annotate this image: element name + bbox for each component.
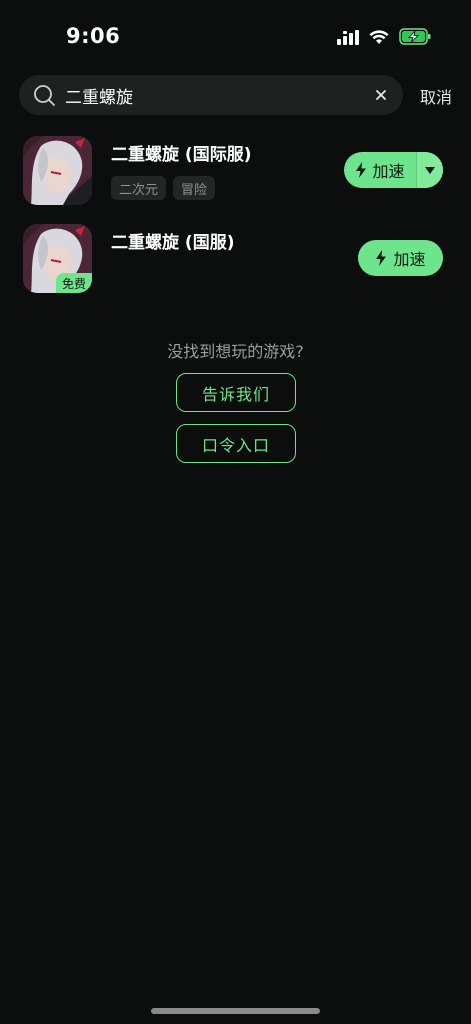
lightning-icon [356,162,367,178]
accelerate-button[interactable]: 加速 [344,152,416,188]
accelerate-split-button: 加速 [344,152,443,188]
search-box[interactable] [19,75,403,115]
close-icon [376,90,386,100]
signal-icon [337,29,359,49]
search-row: 取消 [19,75,459,115]
game-title: 二重螺旋 (国际服) [111,145,252,165]
home-indicator [151,1008,320,1014]
tag: 冒险 [173,176,216,200]
game-title: 二重螺旋 (国服) [111,233,235,253]
free-badge: 免费 [56,273,92,293]
lightning-icon [376,250,387,266]
tag-list: 二次元 冒险 [111,176,216,200]
battery-charging-icon [399,28,431,49]
not-found-hint: 没找到想玩的游戏? [167,342,304,361]
tell-us-button[interactable]: 告诉我们 [176,373,296,412]
cancel-button[interactable]: 取消 [420,84,452,108]
list-item[interactable]: 二重螺旋 (国际服) 二次元 冒险 加速 [23,136,448,206]
list-item[interactable]: 免费 二重螺旋 (国服) 加速 [23,224,448,294]
wifi-icon [369,29,389,49]
search-input[interactable] [65,75,355,115]
chevron-down-icon [425,166,435,174]
search-icon [33,84,56,111]
clear-search-button[interactable] [371,85,391,105]
accelerate-label: 加速 [393,250,426,269]
status-time: 9:06 [66,24,121,48]
status-bar: 9:06 [0,0,471,76]
game-icon[interactable]: 免费 [23,224,92,293]
password-entry-button[interactable]: 口令入口 [176,424,296,463]
accelerate-button[interactable]: 加速 [358,240,443,276]
server-dropdown-button[interactable] [416,152,443,188]
tag: 二次元 [111,176,167,200]
accelerate-label: 加速 [372,162,405,181]
game-icon[interactable] [23,136,92,205]
status-icons [337,28,431,49]
